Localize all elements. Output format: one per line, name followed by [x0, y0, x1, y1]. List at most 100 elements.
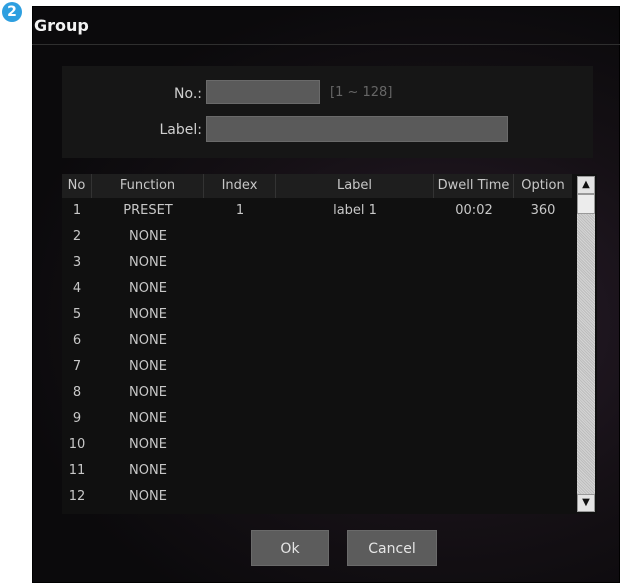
table-row[interactable]: 1 PRESET 1 label 1 00:02 360: [62, 198, 572, 224]
cell-function: NONE: [129, 437, 167, 452]
cell-label: [276, 484, 434, 510]
cell-label: [276, 328, 434, 354]
cell-option: [514, 432, 572, 458]
cell-label: label 1: [333, 203, 377, 218]
cell-dwell: [434, 432, 514, 458]
cell-index: [204, 484, 276, 510]
table-row[interactable]: 11 NONE: [62, 458, 572, 484]
table-row[interactable]: 2 NONE: [62, 224, 572, 250]
cell-index: [204, 354, 276, 380]
label-input[interactable]: [206, 116, 508, 142]
cancel-button[interactable]: Cancel: [347, 530, 437, 566]
step-badge: 2: [2, 2, 22, 22]
cell-dwell: 00:02: [455, 203, 493, 218]
cell-function: NONE: [129, 385, 167, 400]
table-scrollbar[interactable]: ▲ ▼: [577, 176, 595, 512]
table-header: No Function Index Label Dwell Time Optio…: [62, 174, 572, 198]
col-option: Option: [521, 178, 565, 193]
cell-option: [514, 328, 572, 354]
cell-dwell: [434, 484, 514, 510]
cell-index: [204, 458, 276, 484]
col-label: Label: [276, 174, 434, 198]
cell-no: 8: [72, 385, 82, 400]
cell-option: [514, 380, 572, 406]
cell-index: [204, 406, 276, 432]
table-row[interactable]: 12 NONE: [62, 484, 572, 510]
col-index: Index: [204, 174, 276, 198]
cell-function: NONE: [129, 489, 167, 504]
cell-function: NONE: [129, 281, 167, 296]
group-table: No Function Index Label Dwell Time Optio…: [62, 174, 597, 514]
cell-no: 10: [68, 437, 86, 452]
cell-index: [204, 302, 276, 328]
col-no: No: [62, 174, 92, 198]
cell-option: [514, 484, 572, 510]
cell-dwell: [434, 224, 514, 250]
cell-no: 1: [72, 203, 82, 218]
cell-no: 7: [72, 359, 82, 374]
cell-dwell: [434, 302, 514, 328]
ok-button[interactable]: Ok: [251, 530, 329, 566]
cell-label: [276, 458, 434, 484]
table-row[interactable]: 4 NONE: [62, 276, 572, 302]
table-row[interactable]: 9 NONE: [62, 406, 572, 432]
cell-option: [514, 458, 572, 484]
cell-dwell: [434, 276, 514, 302]
cell-option: [514, 302, 572, 328]
cell-dwell: [434, 458, 514, 484]
cell-function: NONE: [129, 229, 167, 244]
cell-dwell: [434, 380, 514, 406]
cell-no: 12: [68, 489, 86, 504]
cell-label: [276, 224, 434, 250]
cell-no: 5: [72, 307, 82, 322]
scroll-down-arrow-icon[interactable]: ▼: [577, 494, 595, 512]
title-divider: [32, 44, 620, 45]
cell-label: [276, 380, 434, 406]
no-input[interactable]: [206, 80, 320, 104]
cell-no: 9: [72, 411, 82, 426]
table-row[interactable]: 8 NONE: [62, 380, 572, 406]
cell-label: [276, 406, 434, 432]
cell-index: 1: [235, 203, 245, 218]
cell-option: [514, 406, 572, 432]
cell-no: 6: [72, 333, 82, 348]
dialog-title: Group: [34, 16, 89, 35]
cell-index: [204, 380, 276, 406]
scroll-up-arrow-icon[interactable]: ▲: [577, 176, 595, 194]
cell-function: NONE: [129, 307, 167, 322]
table-row[interactable]: 7 NONE: [62, 354, 572, 380]
cell-function: NONE: [129, 411, 167, 426]
cell-index: [204, 250, 276, 276]
cell-function: NONE: [129, 255, 167, 270]
table-row[interactable]: 6 NONE: [62, 328, 572, 354]
cell-label: [276, 276, 434, 302]
cell-function: NONE: [129, 359, 167, 374]
table-row[interactable]: 3 NONE: [62, 250, 572, 276]
cell-no: 4: [72, 281, 82, 296]
group-input-panel: No.: [1 ~ 128] Label:: [62, 66, 593, 158]
cell-dwell: [434, 406, 514, 432]
cell-option: [514, 276, 572, 302]
cell-dwell: [434, 354, 514, 380]
label-label: Label:: [159, 122, 203, 138]
cell-index: [204, 276, 276, 302]
cell-function: NONE: [129, 333, 167, 348]
cell-option: [514, 354, 572, 380]
cell-dwell: [434, 250, 514, 276]
no-label: No.:: [174, 86, 202, 102]
col-dwell-time: Dwell Time: [434, 174, 514, 198]
table-row[interactable]: 5 NONE: [62, 302, 572, 328]
cell-label: [276, 432, 434, 458]
scroll-thumb[interactable]: [577, 194, 595, 214]
cell-option: [514, 224, 572, 250]
table-row[interactable]: 10 NONE: [62, 432, 572, 458]
cell-no: 11: [68, 463, 86, 478]
cell-dwell: [434, 328, 514, 354]
cell-index: [204, 224, 276, 250]
table-body: 1 PRESET 1 label 1 00:02 360 2 NONE 3 NONE 4 NONE 5 N…: [62, 198, 572, 514]
cell-index: [204, 328, 276, 354]
cell-function: PRESET: [123, 203, 173, 218]
cell-label: [276, 302, 434, 328]
cell-option: 360: [530, 203, 556, 218]
cell-no: 3: [72, 255, 82, 270]
